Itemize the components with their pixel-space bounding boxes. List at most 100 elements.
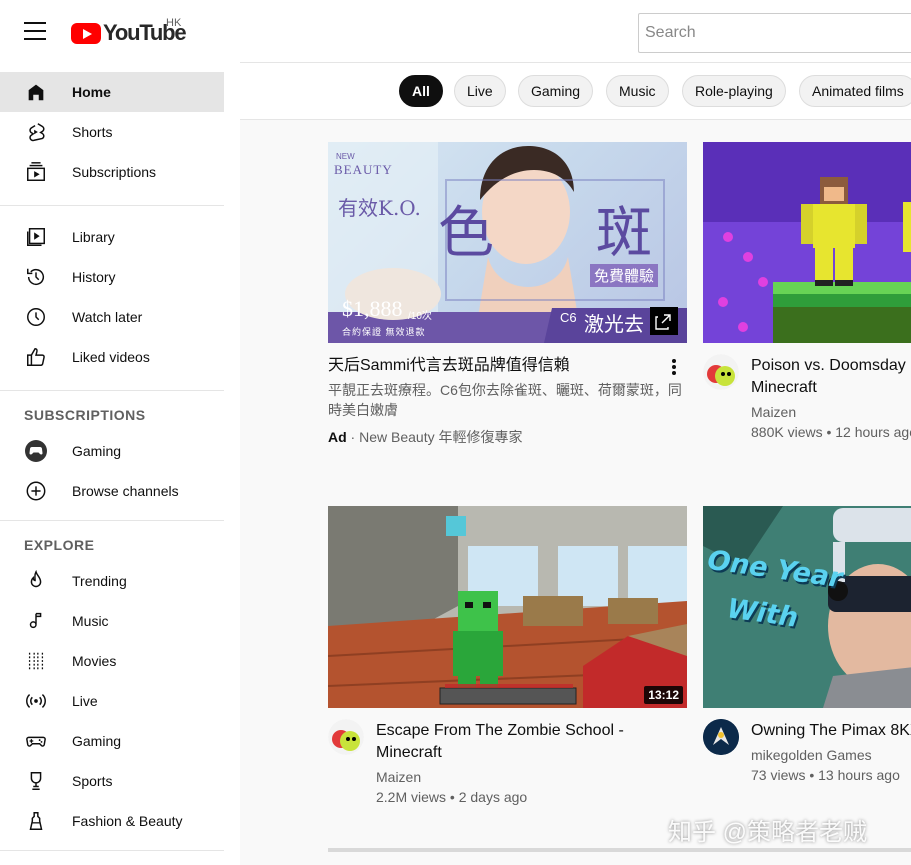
chip-live[interactable]: Live — [454, 75, 506, 107]
chip-gaming[interactable]: Gaming — [518, 75, 594, 107]
sidebar-item-watch-later[interactable]: Watch later — [0, 297, 224, 337]
sidebar-item-label: Home — [72, 84, 111, 100]
sidebar-item-movies[interactable]: Movies — [0, 641, 224, 681]
gamepad-icon — [24, 729, 48, 753]
channel-avatar[interactable] — [703, 354, 739, 390]
sidebar-item-label: Watch later — [72, 309, 143, 325]
sidebar-item-gaming[interactable]: Gaming — [0, 721, 224, 761]
minecraft-thumbnail-art — [703, 142, 911, 343]
maizen-avatar-icon — [328, 719, 364, 755]
film-strip-icon — [24, 649, 48, 673]
subscriptions-icon — [24, 160, 48, 184]
sidebar-item-label: Library — [72, 229, 115, 245]
sidebar-item-label: Movies — [72, 653, 117, 669]
chip-music[interactable]: Music — [606, 75, 669, 107]
shorts-icon — [24, 120, 48, 144]
sidebar-item-label: Sports — [72, 773, 113, 789]
video-stats: 2.2M views • 2 days ago — [376, 789, 528, 805]
video-thumbnail[interactable] — [703, 142, 911, 343]
channel-name[interactable]: Maizen — [376, 767, 421, 787]
ad-brand: BEAUTY — [334, 162, 393, 177]
ad-big-char-1: 色 — [438, 201, 494, 266]
history-icon — [24, 265, 48, 289]
channel-name[interactable]: mikegolden Games — [751, 745, 872, 765]
sidebar-item-music[interactable]: Music — [0, 601, 224, 641]
video-thumbnail[interactable]: 13:12 — [328, 506, 687, 708]
video-stats: 73 views • 13 hours ago — [751, 767, 900, 783]
sidebar-item-shorts[interactable]: Shorts — [0, 112, 224, 152]
gaming-channel-icon — [24, 439, 48, 463]
sidebar-item-label: Browse channels — [72, 483, 179, 499]
search-input[interactable] — [638, 13, 911, 53]
ad-price-unit: /10次 — [408, 311, 432, 322]
video-title-line-2[interactable]: Minecraft — [751, 377, 817, 399]
ad-laser-text: 激光去 — [584, 314, 644, 336]
ad-trial-text: 免費體驗 — [590, 264, 659, 287]
trophy-icon — [24, 769, 48, 793]
sidebar-item-label: Trending — [72, 573, 127, 589]
maizen-avatar-icon — [703, 354, 739, 390]
sidebar-item-label: Gaming — [72, 443, 122, 459]
hanger-icon — [24, 809, 48, 833]
channel-avatar[interactable] — [328, 719, 364, 755]
chip-all[interactable]: All — [399, 75, 443, 107]
ad-contract-text: 合約保證 無效退款 — [342, 327, 426, 337]
advertiser-name[interactable]: New Beauty 年輕修復專家 — [359, 429, 522, 445]
watch-later-icon — [24, 305, 48, 329]
ad-big-char-2: 斑 — [596, 201, 652, 266]
sidebar-item-label: Liked videos — [72, 349, 150, 365]
sidebar-item-trending[interactable]: Trending — [0, 561, 224, 601]
channel-name[interactable]: Maizen — [751, 402, 796, 422]
sidebar-item-history[interactable]: History — [0, 257, 224, 297]
sidebar-item-label: Subscriptions — [72, 164, 157, 180]
chip-animated-films[interactable]: Animated films — [799, 75, 911, 107]
plus-circle-icon — [24, 479, 48, 503]
sidebar-item-library[interactable]: Library — [0, 217, 224, 257]
ad-byline: Ad · New Beauty 年輕修復專家 — [328, 429, 523, 445]
divider — [0, 390, 224, 391]
country-code: HK — [166, 17, 182, 29]
ad-price: $1,888 — [342, 296, 403, 321]
hamburger-menu-icon[interactable] — [24, 22, 46, 40]
sidebar-item-browse-channels[interactable]: Browse channels — [0, 471, 224, 511]
video-thumbnail[interactable]: One Year With — [703, 506, 911, 708]
library-icon — [24, 225, 48, 249]
ad-description-line: 時美白嫩膚 — [328, 402, 398, 418]
ad-badge: Ad — [328, 429, 347, 445]
sidebar-item-label: Shorts — [72, 124, 113, 140]
thumbs-up-icon — [24, 345, 48, 369]
live-broadcast-icon — [24, 689, 48, 713]
sidebar-item-fashion-beauty[interactable]: Fashion & Beauty — [0, 801, 224, 841]
sidebar-item-liked-videos[interactable]: Liked videos — [0, 337, 224, 377]
sidebar-item-gaming-channel[interactable]: Gaming — [0, 431, 224, 471]
divider — [0, 520, 224, 521]
video-title[interactable]: Owning The Pimax 8KX — [751, 720, 911, 742]
chip-role-playing[interactable]: Role-playing — [682, 75, 786, 107]
watermark: 知乎 @策略者老贼 — [668, 819, 868, 846]
video-title[interactable]: 天后Sammi代言去斑品牌值得信賴 — [328, 355, 570, 377]
sidebar-item-label: Fashion & Beauty — [72, 813, 183, 829]
video-title-line-2[interactable]: Minecraft — [376, 742, 442, 764]
filter-chips-bar: All Live Gaming Music Role-playing Anima… — [240, 62, 911, 120]
sidebar-item-label: Music — [72, 613, 109, 629]
video-title[interactable]: Escape From The Zombie School - — [376, 720, 624, 742]
ad-brand-small: NEW — [336, 152, 355, 161]
more-options-icon[interactable] — [672, 359, 676, 375]
sidebar-item-label: Live — [72, 693, 98, 709]
ad-thumbnail[interactable]: NEW BEAUTY 有效K.O. 色 斑 免費體驗 $1,888 /10次 合… — [328, 142, 687, 343]
section-title-explore: EXPLORE — [24, 537, 95, 553]
sidebar-item-label: History — [72, 269, 116, 285]
sidebar-item-label: Gaming — [72, 733, 122, 749]
masthead: YouTube HK — [0, 0, 911, 62]
sidebar-item-subscriptions[interactable]: Subscriptions — [0, 152, 224, 192]
video-title[interactable]: Poison vs. Doomsday — [751, 355, 906, 377]
sidebar-item-sports[interactable]: Sports — [0, 761, 224, 801]
channel-avatar[interactable] — [703, 719, 739, 755]
sidebar-item-live[interactable]: Live — [0, 681, 224, 721]
play-logo-icon — [71, 22, 101, 44]
sidebar: Home Shorts Subscriptions Library Histor… — [0, 62, 240, 865]
ad-ko-text: 有效K.O. — [338, 196, 421, 220]
sidebar-item-home[interactable]: Home — [0, 72, 224, 112]
video-stats: 880K views • 12 hours ago — [751, 424, 911, 440]
music-note-icon — [24, 609, 48, 633]
